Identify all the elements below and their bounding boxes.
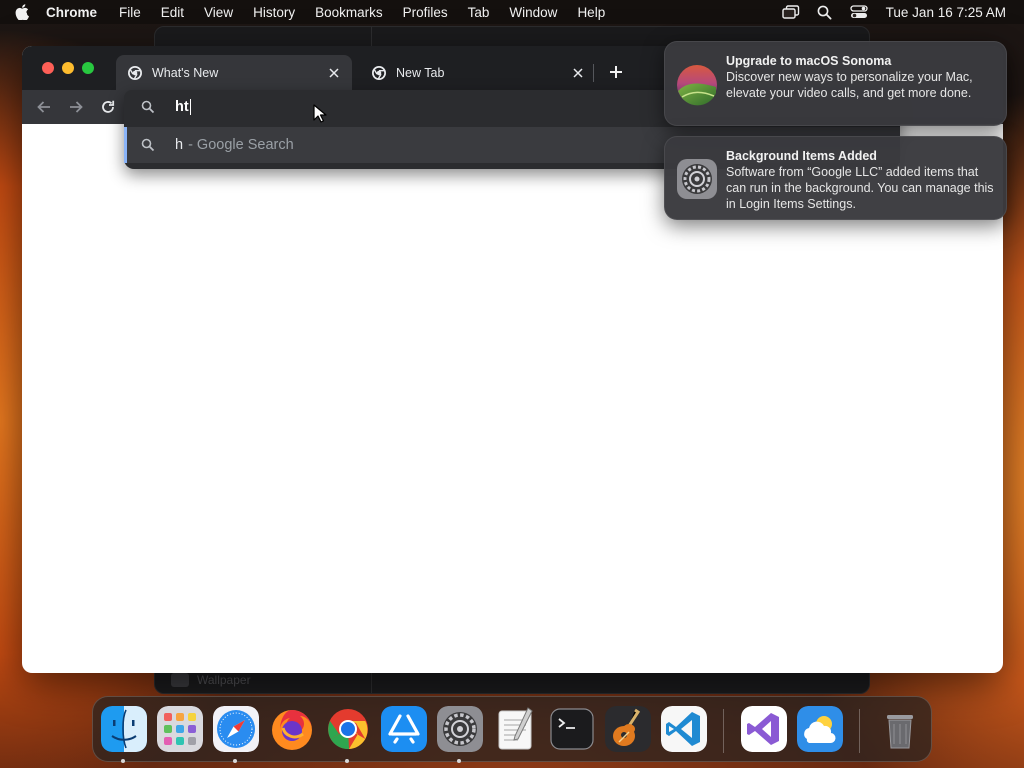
search-icon: [141, 138, 155, 152]
notification-background-items[interactable]: Background Items Added Software from “Go…: [664, 136, 1007, 220]
search-icon: [141, 100, 155, 114]
tab-separator: [593, 64, 594, 82]
spotlight-search-icon[interactable]: [814, 0, 836, 24]
trash-icon[interactable]: [877, 706, 923, 752]
forward-arrow-icon[interactable]: [66, 97, 86, 117]
notification-title: Upgrade to macOS Sonoma: [726, 54, 892, 68]
system-settings-icon: [677, 159, 717, 199]
visual-studio-icon[interactable]: [741, 706, 787, 752]
notification-body: Discover new ways to personalize your Ma…: [726, 70, 973, 100]
menu-view[interactable]: View: [204, 5, 233, 20]
macos-sonoma-icon: [677, 65, 717, 106]
notification-content: Background Items Added Software from “Go…: [726, 148, 994, 212]
reload-icon[interactable]: [98, 97, 118, 117]
system-settings-dock-icon[interactable]: [437, 706, 483, 752]
mouse-pointer-icon: [313, 104, 327, 123]
menubar-clock[interactable]: Tue Jan 16 7:25 AM: [886, 5, 1006, 20]
menu-file[interactable]: File: [119, 5, 141, 20]
menu-profiles[interactable]: Profiles: [403, 5, 448, 20]
control-center-icon[interactable]: [848, 0, 870, 24]
text-caret: [189, 99, 191, 115]
weather-icon[interactable]: [797, 706, 843, 752]
running-indicator-chrome: [345, 759, 349, 763]
notification-macos-upgrade[interactable]: Upgrade to macOS Sonoma Discover new way…: [664, 41, 1007, 126]
minimize-window-button[interactable]: [62, 62, 74, 74]
omnibox-typed-text: ht: [175, 99, 189, 115]
menu-tab[interactable]: Tab: [468, 5, 490, 20]
suggestion-detail: - Google Search: [188, 137, 294, 153]
menubar-status-area: Tue Jan 16 7:25 AM: [768, 0, 1012, 24]
sidebar-item-wallpaper[interactable]: Wallpaper: [171, 673, 251, 687]
menu-edit[interactable]: Edit: [161, 5, 184, 20]
terminal-icon[interactable]: [549, 706, 595, 752]
running-indicator-safari: [233, 759, 237, 763]
menu-help[interactable]: Help: [577, 5, 605, 20]
textedit-icon[interactable]: [493, 706, 539, 752]
tab-whats-new[interactable]: What's New: [116, 55, 352, 90]
running-indicator-settings: [457, 759, 461, 763]
dock: [92, 696, 932, 762]
close-window-button[interactable]: [42, 62, 54, 74]
chrome-icon: [128, 65, 142, 80]
back-arrow-icon[interactable]: [34, 97, 54, 117]
tab-close-icon[interactable]: [570, 65, 586, 81]
menu-app-name[interactable]: Chrome: [46, 5, 97, 20]
dock-separator: [723, 709, 724, 753]
screen-mirroring-icon[interactable]: [780, 0, 802, 24]
menu-history[interactable]: History: [253, 5, 295, 20]
app-store-icon[interactable]: [381, 706, 427, 752]
firefox-icon[interactable]: [269, 706, 315, 752]
tab-close-icon[interactable]: [326, 65, 342, 81]
notification-title: Background Items Added: [726, 149, 877, 163]
tab-label: New Tab: [396, 65, 445, 80]
finder-icon[interactable]: [101, 706, 147, 752]
menu-bar: Chrome File Edit View History Bookmarks …: [0, 0, 1024, 24]
dock-separator: [859, 709, 860, 753]
sidebar-item-label: Wallpaper: [197, 673, 251, 687]
safari-icon[interactable]: [213, 706, 259, 752]
visual-studio-code-icon[interactable]: [661, 706, 707, 752]
wallpaper-icon: [171, 673, 189, 687]
chrome-icon: [372, 65, 386, 80]
garageband-icon[interactable]: [605, 706, 651, 752]
tab-label: What's New: [152, 65, 219, 80]
tab-new-tab[interactable]: New Tab: [360, 55, 596, 90]
launchpad-icon[interactable]: [157, 706, 203, 752]
new-tab-plus-icon[interactable]: [606, 62, 626, 82]
menu-window[interactable]: Window: [509, 5, 557, 20]
notification-body: Software from “Google LLC” added items t…: [726, 165, 994, 211]
zoom-window-button[interactable]: [82, 62, 94, 74]
menu-bookmarks[interactable]: Bookmarks: [315, 5, 383, 20]
running-indicator-finder: [121, 759, 125, 763]
apple-menu-icon[interactable]: [12, 0, 32, 24]
google-chrome-icon[interactable]: [325, 706, 371, 752]
notification-content: Upgrade to macOS Sonoma Discover new way…: [726, 53, 994, 101]
suggestion-query: h: [175, 137, 184, 153]
